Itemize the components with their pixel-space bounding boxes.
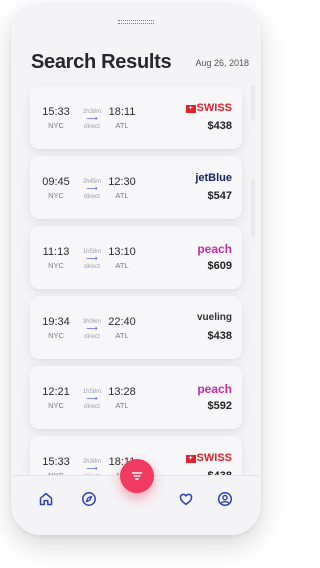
side-button-upper xyxy=(251,85,255,121)
flight-card[interactable]: 19:34 NYC 3h06m ⟶ direct 22:40 ATL vueling $438 xyxy=(30,296,242,359)
airline-name: peach xyxy=(197,382,232,396)
departure-time: 15:33 xyxy=(42,456,70,468)
arrival: 22:40 ATL xyxy=(102,296,142,340)
page-title: Search Results xyxy=(31,51,172,73)
flight-card[interactable]: 09:45 NYC 2h45m ⟶ direct 12:30 ATL jetBlue $547 xyxy=(30,156,242,219)
departure-city: NYC xyxy=(48,191,64,200)
airline-logo: + SWISS xyxy=(162,452,232,464)
departure-time: 12:21 xyxy=(42,386,70,398)
price: $438 xyxy=(207,330,232,342)
departure-city: NYC xyxy=(48,401,64,410)
tab-home[interactable] xyxy=(38,491,54,507)
departure-time: 11:13 xyxy=(42,246,70,258)
price: $547 xyxy=(207,190,232,202)
departure-city: NYC xyxy=(48,121,64,130)
speaker-grille xyxy=(118,20,154,24)
arrival: 13:28 ATL xyxy=(102,366,142,410)
arrival-time: 12:30 xyxy=(108,176,136,188)
arrival-time: 22:40 xyxy=(108,316,136,328)
price: $609 xyxy=(207,260,232,272)
flight-card[interactable]: 11:13 NYC 1h58m ⟶ direct 13:10 ATL peach $609 xyxy=(30,226,242,289)
tab-profile[interactable] xyxy=(217,491,233,507)
side-button-lower xyxy=(251,179,255,237)
arrival-city: ATL xyxy=(115,191,129,200)
arrival-time: 13:10 xyxy=(108,246,136,258)
departure-city: NYC xyxy=(48,261,64,270)
airline-logo: peach xyxy=(162,242,232,256)
airline-name: SWISS xyxy=(196,102,232,114)
airline-logo: jetBlue xyxy=(162,172,232,184)
departure-time: 15:33 xyxy=(42,106,70,118)
profile-icon xyxy=(217,491,233,507)
airline-name: vueling xyxy=(196,312,232,323)
price: $592 xyxy=(207,400,232,412)
arrival-city: ATL xyxy=(115,401,129,410)
airline-name: SWISS xyxy=(196,452,232,464)
airline-name: jetBlue xyxy=(195,172,232,184)
departure-city: NYC xyxy=(48,331,64,340)
arrival-city: ATL xyxy=(115,121,129,130)
tab-favorites[interactable] xyxy=(178,491,194,507)
arrival-time: 13:28 xyxy=(108,386,136,398)
arrival: 12:30 ATL xyxy=(102,156,142,200)
departure-time: 19:34 xyxy=(42,316,70,328)
departure-time: 09:45 xyxy=(42,176,70,188)
arrival: 18:11 ATL xyxy=(102,86,142,130)
header: Search Results Aug 26, 2018 xyxy=(31,51,249,75)
swiss-flag-icon: + xyxy=(185,455,196,463)
airline-logo: + SWISS xyxy=(162,102,232,114)
arrival-city: ATL xyxy=(115,261,129,270)
arrival-time: 18:11 xyxy=(108,106,136,118)
compass-icon xyxy=(82,492,96,506)
airline-logo: peach xyxy=(162,382,232,396)
airline-name: peach xyxy=(197,242,232,256)
airline-logo: vueling xyxy=(162,312,232,323)
departure: 09:45 NYC xyxy=(36,156,76,200)
arrival-city: ATL xyxy=(115,331,129,340)
filter-icon xyxy=(131,472,143,480)
departure: 19:34 NYC xyxy=(36,296,76,340)
heart-icon xyxy=(179,493,193,506)
price: $438 xyxy=(207,120,232,132)
search-date: Aug 26, 2018 xyxy=(195,58,249,68)
filter-button[interactable] xyxy=(120,459,154,493)
departure: 12:21 NYC xyxy=(36,366,76,410)
phone-frame: Search Results Aug 26, 2018 15:33 NYC 2h38… xyxy=(11,3,261,535)
home-icon xyxy=(39,492,53,506)
flight-card[interactable]: 15:33NYC2h38m⟶direct18:11ATL+SWISS$438 xyxy=(30,86,242,149)
tab-explore[interactable] xyxy=(81,491,97,507)
arrival: 13:10 ATL xyxy=(102,226,142,270)
flight-card[interactable]: 12:21 NYC 1h58m ⟶ direct 13:28 ATL peach $592 xyxy=(30,366,242,429)
departure: 15:33 NYC xyxy=(36,86,76,130)
swiss-flag-icon: + xyxy=(185,105,196,113)
departure: 15:33NYC xyxy=(36,436,76,480)
departure: 11:13 NYC xyxy=(36,226,76,270)
